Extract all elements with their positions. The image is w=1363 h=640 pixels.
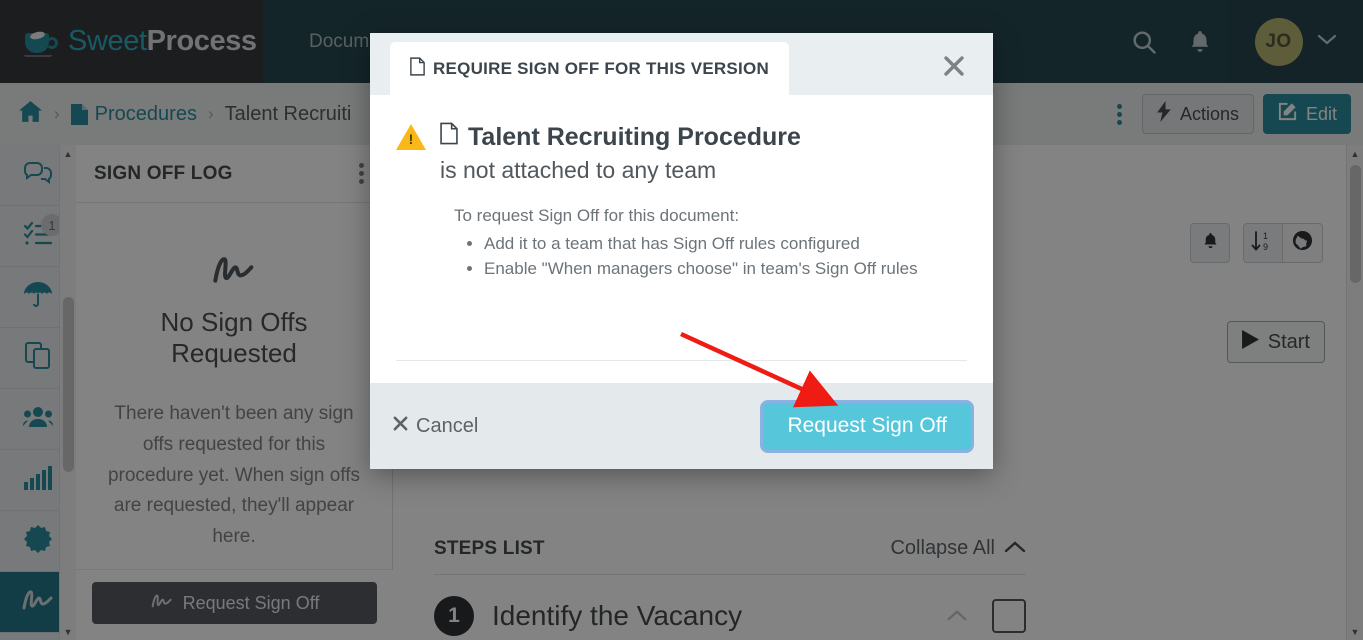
modal-header: REQUIRE SIGN OFF FOR THIS VERSION	[370, 33, 993, 95]
request-sign-off-submit-button[interactable]: Request Sign Off	[763, 402, 971, 450]
modal-instruction-list: Add it to a team that has Sign Off rules…	[484, 232, 953, 281]
request-sign-off-submit-label: Request Sign Off	[787, 414, 947, 437]
warning-triangle-icon	[396, 124, 426, 150]
modal-subheading: is not attached to any team	[440, 157, 717, 183]
modal-tab-label: REQUIRE SIGN OFF FOR THIS VERSION	[433, 58, 769, 78]
close-icon	[392, 415, 409, 438]
app-root: SweetProcess Documents JO	[0, 0, 1363, 640]
modal-tab-require-sign-off[interactable]: REQUIRE SIGN OFF FOR THIS VERSION	[390, 42, 789, 95]
cancel-button[interactable]: Cancel	[392, 415, 478, 438]
document-icon	[440, 122, 458, 152]
list-item: Enable "When managers choose" in team's …	[484, 257, 953, 282]
close-icon[interactable]	[937, 49, 971, 83]
modal-document-title: Talent Recruiting Procedure	[468, 122, 801, 151]
require-sign-off-modal: REQUIRE SIGN OFF FOR THIS VERSION Talent…	[370, 33, 993, 469]
cancel-button-label: Cancel	[416, 414, 479, 437]
modal-body: Talent Recruiting Procedure is not attac…	[370, 95, 993, 407]
modal-heading-row: Talent Recruiting Procedure	[440, 122, 801, 152]
modal-warning-text: Talent Recruiting Procedure is not attac…	[440, 122, 801, 184]
modal-footer: Cancel Request Sign Off	[370, 383, 993, 469]
modal-instruction-note: To request Sign Off for this document:	[454, 206, 740, 225]
modal-divider	[396, 360, 967, 361]
document-icon	[410, 56, 425, 81]
modal-warning-row: Talent Recruiting Procedure is not attac…	[396, 122, 953, 184]
list-item: Add it to a team that has Sign Off rules…	[484, 232, 953, 257]
